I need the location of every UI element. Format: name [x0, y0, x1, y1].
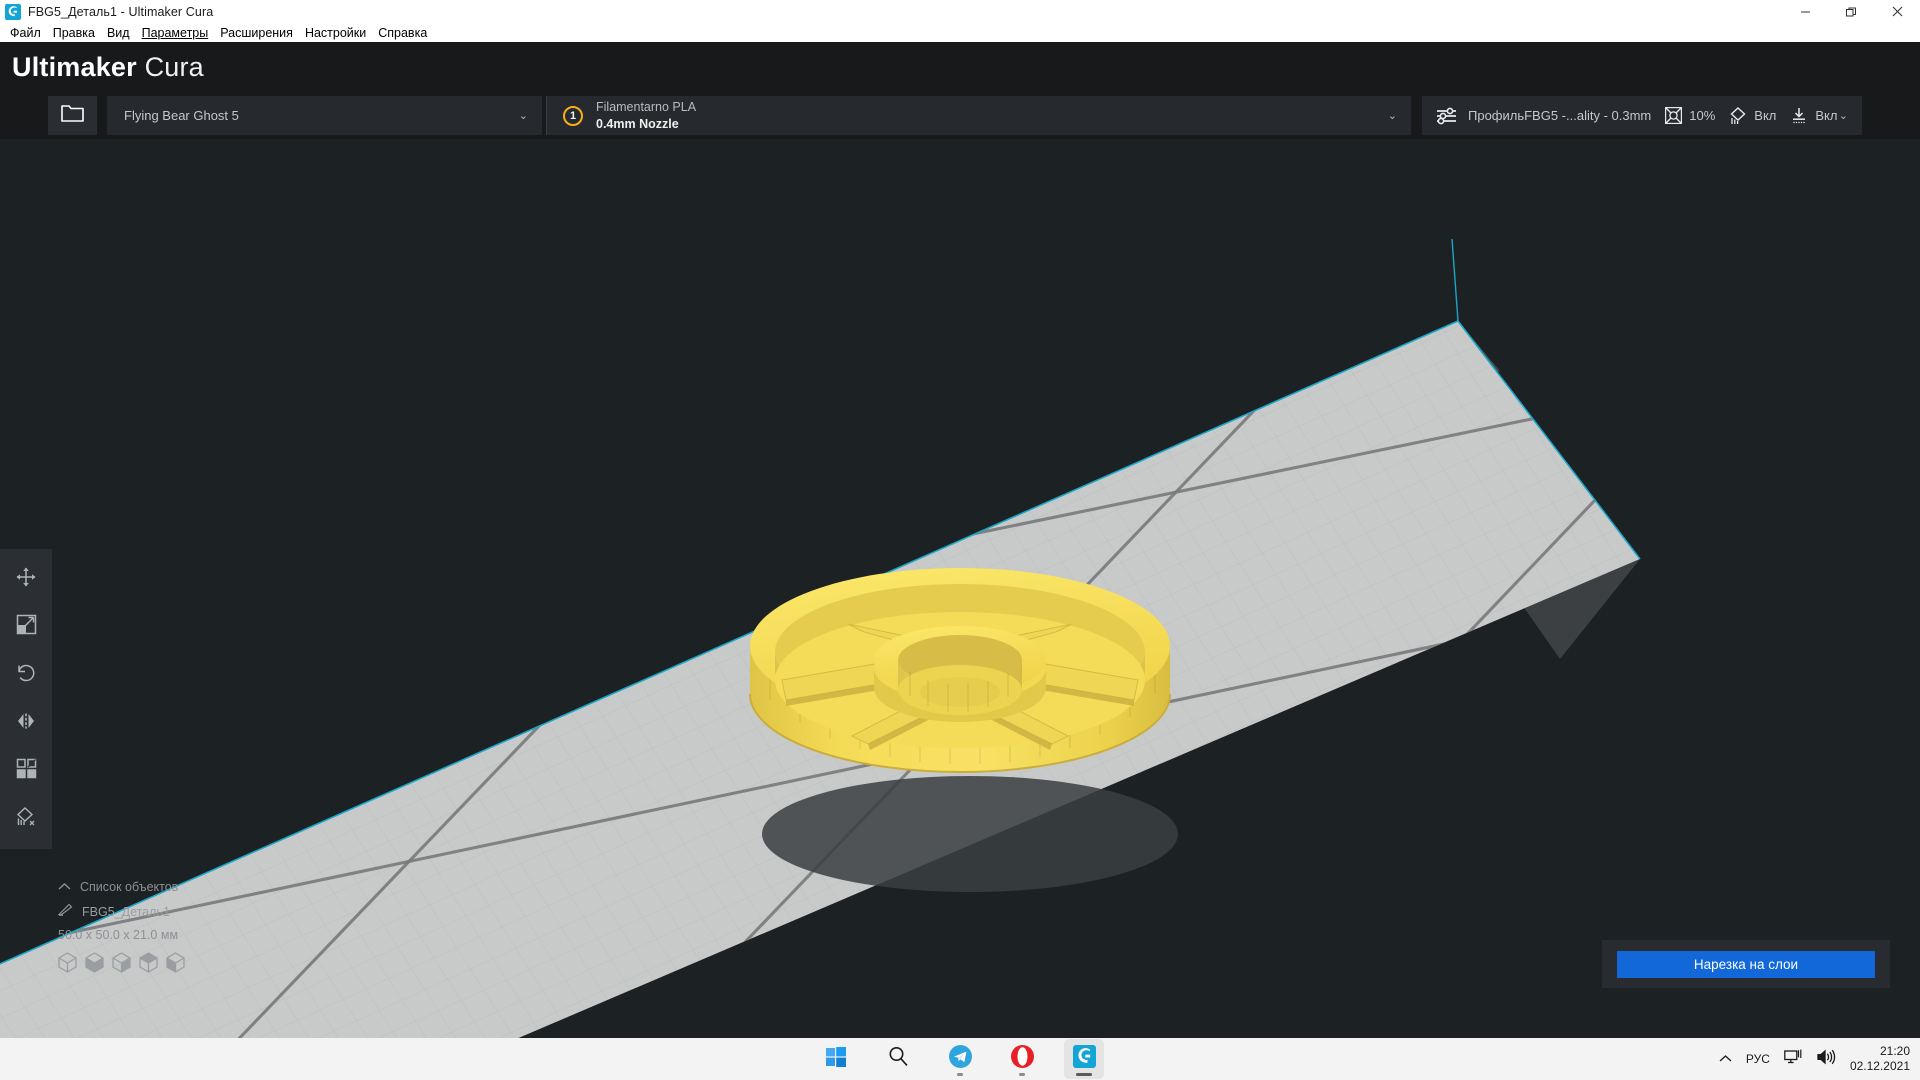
3d-viewport[interactable]: Список объектов FBG5_Деталь1 50.0 x 50.0…: [0, 139, 1920, 1038]
machine-name: Flying Bear Ghost 5: [124, 108, 239, 123]
object-name: FBG5_Деталь1: [82, 905, 170, 919]
restore-button[interactable]: [1828, 0, 1874, 23]
windows-taskbar: РУС 21:20 02.12.2021: [0, 1038, 1920, 1080]
print-settings-selector[interactable]: ПрофильFBG5 -...ality - 0.3mm 10% Вкл Вк…: [1422, 96, 1862, 135]
list-item[interactable]: FBG5_Деталь1: [57, 903, 328, 921]
taskbar-apps: [0, 1039, 1920, 1079]
material-name: Filamentarno PLA: [596, 99, 697, 114]
adhesion-value: Вкл: [1815, 108, 1838, 123]
infill-icon: [1665, 107, 1683, 124]
view-3d-icon[interactable]: [58, 952, 77, 978]
telegram-app[interactable]: [940, 1039, 980, 1079]
close-button[interactable]: [1874, 0, 1920, 23]
open-file-button[interactable]: [48, 96, 97, 135]
move-icon: [15, 566, 37, 593]
move-tool[interactable]: [0, 555, 52, 603]
model-fbg5-detal1: [749, 568, 1178, 892]
menu-file[interactable]: Файл: [4, 25, 47, 41]
minimize-button[interactable]: [1782, 0, 1828, 23]
scale-icon: [16, 614, 37, 640]
support-value: Вкл: [1754, 108, 1777, 123]
rotate-tool[interactable]: [0, 651, 52, 699]
cura-app[interactable]: [1064, 1039, 1104, 1079]
configuration-bar: Flying Bear Ghost 5 ⌄ 1 Filamentarno PLA…: [0, 92, 1920, 139]
infill-value: 10%: [1689, 108, 1716, 123]
opera-icon: [1010, 1045, 1034, 1073]
view-left-icon[interactable]: [139, 952, 158, 978]
material-selector[interactable]: 1 Filamentarno PLA 0.4mm Nozzle ⌄: [546, 96, 1411, 135]
window-controls: [1782, 0, 1920, 23]
object-list-title: Список объектов: [80, 880, 179, 894]
telegram-icon: [948, 1045, 972, 1073]
mirror-icon: [15, 710, 37, 737]
brand-ultimaker: Ultimaker: [12, 52, 137, 82]
model-tools-toolbar: [0, 549, 52, 849]
cura-icon: [1072, 1045, 1096, 1073]
folder-open-icon: [60, 103, 85, 128]
system-tray: РУС 21:20 02.12.2021: [1719, 1044, 1910, 1075]
menu-extensions[interactable]: Расширения: [214, 25, 299, 41]
view-front-icon[interactable]: [85, 952, 104, 978]
cura-icon: [5, 3, 21, 20]
mirror-tool[interactable]: [0, 699, 52, 747]
material-info: Filamentarno PLA 0.4mm Nozzle: [596, 99, 696, 133]
opera-app[interactable]: [1002, 1039, 1042, 1079]
view-orientation-buttons: [58, 952, 328, 978]
extruder-badge: 1: [563, 105, 583, 126]
view-top-icon[interactable]: [112, 952, 131, 978]
menu-edit[interactable]: Правка: [47, 25, 101, 41]
menu-help[interactable]: Справка: [372, 25, 433, 41]
menu-settings[interactable]: Параметры: [136, 25, 215, 41]
tray-overflow-icon[interactable]: [1719, 1050, 1732, 1068]
chevron-down-icon: ⌄: [1838, 110, 1848, 122]
cura-application-window: FBG5_Деталь1 - Ultimaker Cura Файл Правк…: [0, 0, 1920, 1080]
object-list-header[interactable]: Список объектов: [58, 878, 328, 896]
menu-bar: Файл Правка Вид Параметры Расширения Нас…: [0, 23, 1920, 42]
support-icon: [1729, 106, 1747, 125]
windows-logo-icon: [826, 1046, 846, 1072]
action-panel: Нарезка на слои: [1602, 940, 1890, 988]
profile-name: ПрофильFBG5 -...ality - 0.3mm: [1468, 108, 1652, 123]
app-indicator: [1019, 1073, 1025, 1076]
slice-button[interactable]: Нарезка на слои: [1617, 950, 1875, 978]
app-indicator: [957, 1073, 963, 1076]
window-title-bar: FBG5_Деталь1 - Ultimaker Cura: [0, 0, 1920, 23]
search-button[interactable]: [878, 1039, 918, 1079]
object-dimensions: 50.0 x 50.0 x 21.0 мм: [58, 928, 179, 942]
start-button[interactable]: [816, 1039, 856, 1079]
adhesion-icon: [1790, 107, 1808, 125]
chevron-down-icon: ⌄: [1387, 110, 1397, 122]
per-model-settings-icon: [16, 758, 37, 784]
window-title-text: FBG5_Деталь1 - Ultimaker Cura: [28, 4, 214, 19]
clock[interactable]: 21:20 02.12.2021: [1850, 1044, 1910, 1075]
support-blocker-icon: [15, 806, 37, 833]
network-icon[interactable]: [1784, 1049, 1803, 1070]
clock-date: 02.12.2021: [1849, 1059, 1910, 1073]
view-right-icon[interactable]: [166, 952, 185, 978]
scale-tool[interactable]: [0, 603, 52, 651]
chevron-up-icon: [58, 878, 71, 896]
search-icon: [888, 1046, 909, 1072]
app-indicator: [1076, 1073, 1092, 1076]
ultimaker-cura-logo: Ultimaker Cura: [12, 52, 204, 83]
pencil-icon: [57, 903, 73, 921]
volume-icon[interactable]: [1817, 1049, 1836, 1070]
chevron-down-icon: ⌄: [518, 110, 528, 122]
object-list-panel: Список объектов FBG5_Деталь1 50.0 x 50.0…: [57, 878, 328, 978]
menu-view[interactable]: Вид: [101, 25, 136, 41]
support-blocker-tool[interactable]: [0, 795, 52, 843]
brand-cura: Cura: [144, 52, 204, 82]
per-model-settings-tool[interactable]: [0, 747, 52, 795]
menu-preferences[interactable]: Настройки: [299, 25, 372, 41]
clock-time: 21:20: [1879, 1043, 1910, 1058]
nozzle-size: 0.4mm Nozzle: [596, 116, 679, 131]
sliders-icon: [1436, 107, 1458, 125]
language-indicator[interactable]: РУС: [1746, 1052, 1770, 1066]
machine-selector[interactable]: Flying Bear Ghost 5 ⌄: [107, 96, 542, 135]
application-header: Ultimaker Cura ПОДГОТОВКА ПРЕДВАРИТЕЛЬНЫ…: [0, 42, 1920, 118]
rotate-icon: [15, 662, 37, 689]
